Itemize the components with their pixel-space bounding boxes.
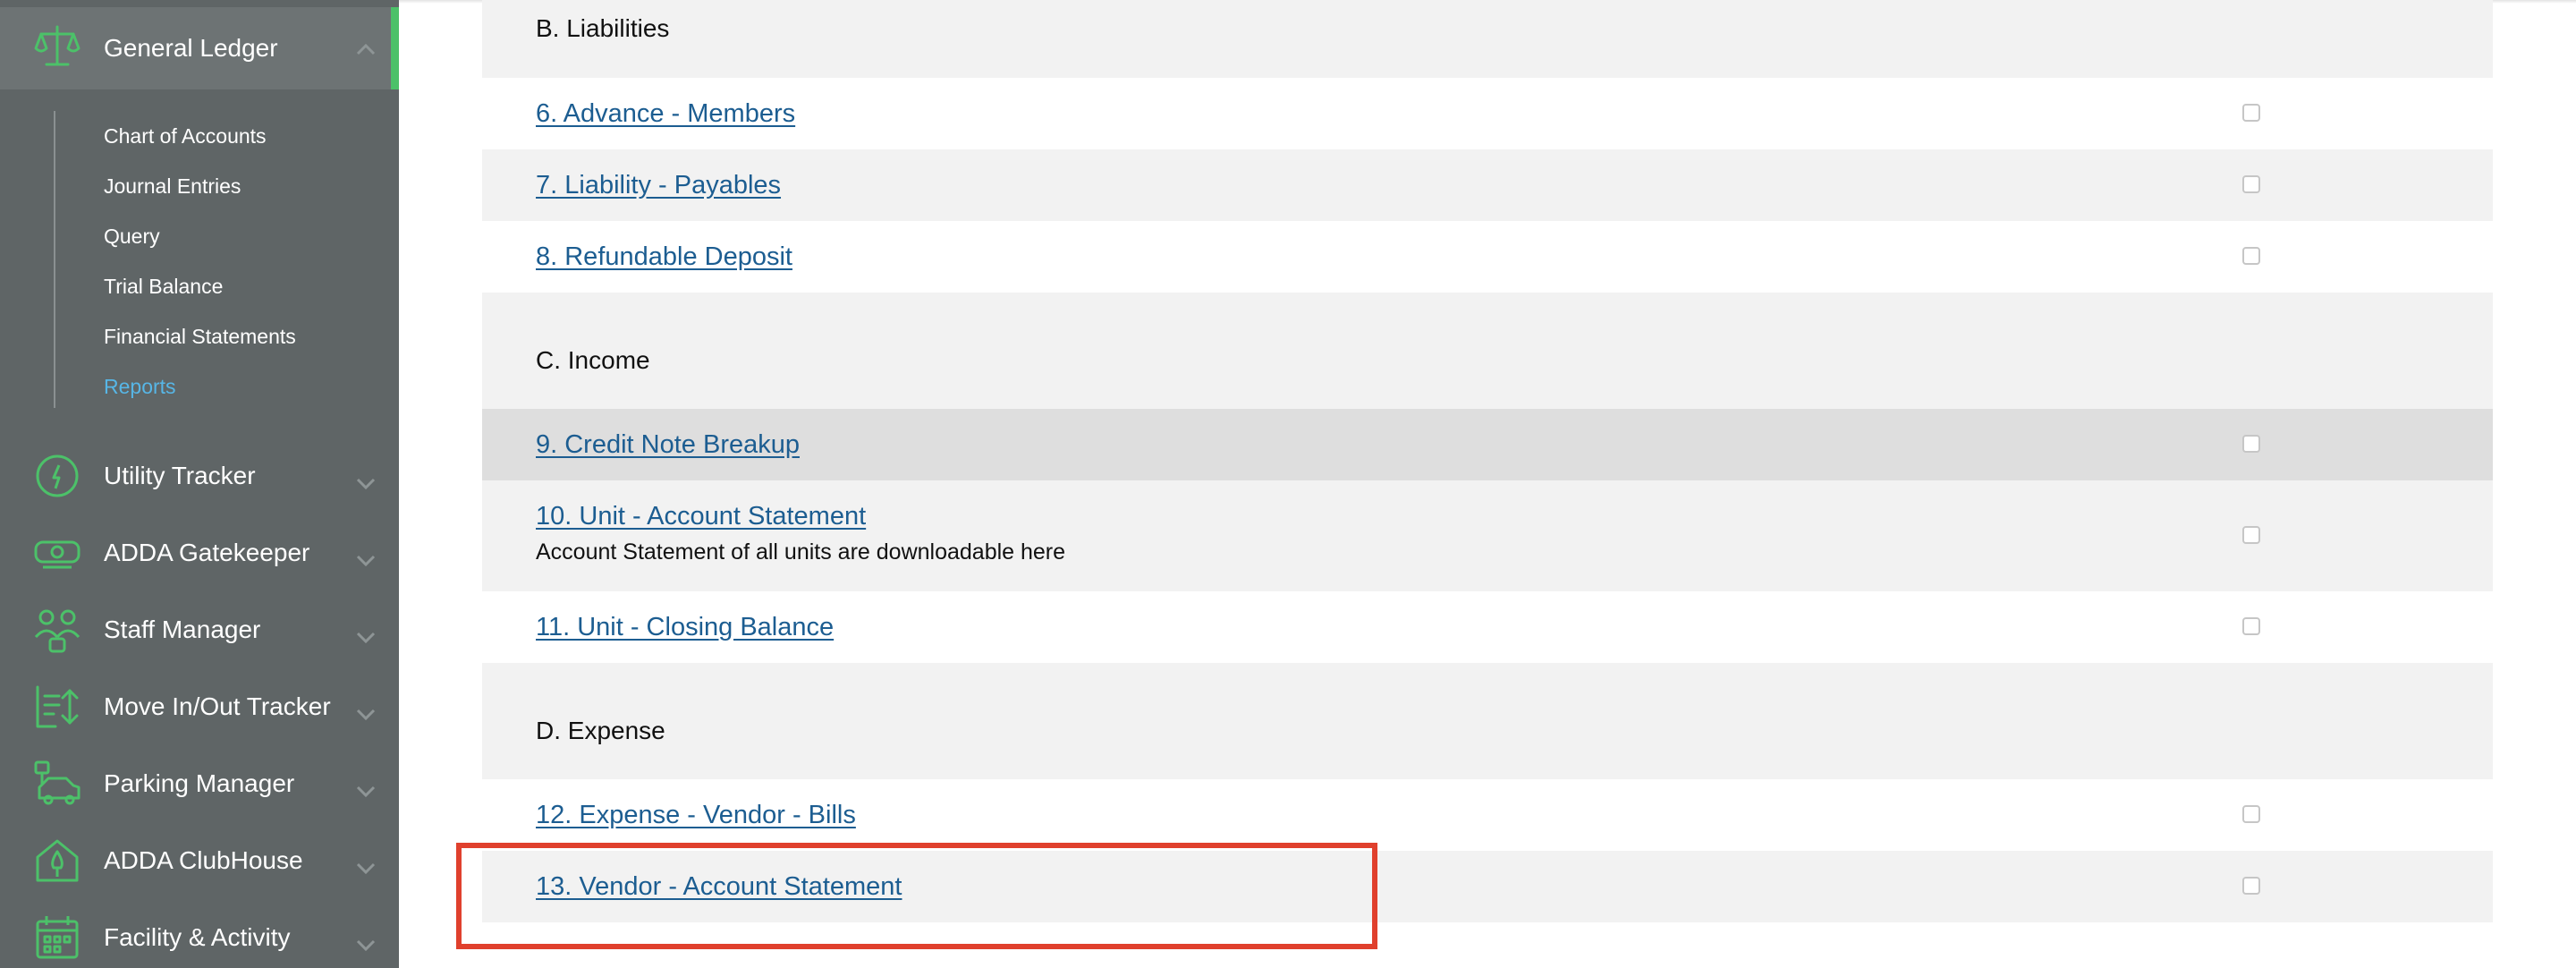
section-header-expense: D. Expense — [482, 663, 2493, 779]
sidebar: General Ledger Chart of Accounts Journal… — [0, 0, 399, 968]
report-link-expense-vendor-bills[interactable]: 12. Expense - Vendor - Bills — [536, 801, 856, 830]
chevron-down-icon[interactable] — [356, 785, 376, 798]
report-checkbox[interactable] — [2242, 247, 2260, 265]
chevron-up-icon[interactable] — [356, 43, 376, 55]
nav-item-adda-gatekeeper[interactable]: ADDA Gatekeeper — [0, 517, 399, 589]
report-checkbox[interactable] — [2242, 175, 2260, 193]
section-title: D. Expense — [536, 717, 665, 744]
chevron-down-icon[interactable] — [356, 709, 376, 721]
chevron-down-icon[interactable] — [356, 555, 376, 567]
nav-item-utility-tracker[interactable]: Utility Tracker — [0, 440, 399, 512]
nav-label-move-in-out-tracker: Move In/Out Tracker — [104, 692, 331, 720]
nav-item-staff-manager[interactable]: Staff Manager — [0, 594, 399, 666]
report-checkbox[interactable] — [2242, 805, 2260, 823]
car-icon — [32, 759, 82, 809]
report-checkbox[interactable] — [2242, 877, 2260, 895]
nav-item-facility-activity[interactable]: Facility & Activity — [0, 902, 399, 968]
submenu-journal-entries[interactable]: Journal Entries — [104, 174, 241, 199]
report-checkbox[interactable] — [2242, 617, 2260, 635]
submenu-chart-of-accounts[interactable]: Chart of Accounts — [104, 124, 267, 149]
active-accent-bar — [391, 7, 399, 89]
clubhouse-icon — [32, 836, 82, 886]
nav-label-adda-gatekeeper: ADDA Gatekeeper — [104, 539, 310, 566]
report-link-vendor-account-statement[interactable]: 13. Vendor - Account Statement — [536, 872, 902, 902]
report-link-credit-note-breakup[interactable]: 9. Credit Note Breakup — [536, 430, 800, 460]
chevron-down-icon[interactable] — [356, 862, 376, 875]
report-link-refundable-deposit[interactable]: 8. Refundable Deposit — [536, 242, 792, 272]
report-description: Account Statement of all units are downl… — [536, 539, 1066, 565]
report-row: 12. Expense - Vendor - Bills — [482, 779, 2493, 851]
nav-item-general-ledger[interactable]: General Ledger — [0, 7, 399, 89]
submenu-trial-balance[interactable]: Trial Balance — [104, 275, 223, 299]
calendar-icon — [32, 913, 82, 963]
section-header-liabilities: B. Liabilities — [482, 0, 2493, 78]
staff-icon — [32, 605, 82, 655]
chevron-down-icon[interactable] — [356, 478, 376, 490]
report-row: 9. Credit Note Breakup — [482, 409, 2493, 480]
report-row: 11. Unit - Closing Balance — [482, 591, 2493, 663]
nav-label-utility-tracker: Utility Tracker — [104, 462, 256, 489]
report-row: 8. Refundable Deposit — [482, 221, 2493, 293]
report-row: 6. Advance - Members — [482, 78, 2493, 149]
section-title: B. Liabilities — [536, 14, 670, 42]
gauge-icon — [32, 451, 82, 501]
report-checkbox[interactable] — [2242, 104, 2260, 122]
section-header-income: C. Income — [482, 293, 2493, 409]
nav-item-parking-manager[interactable]: Parking Manager — [0, 748, 399, 819]
move-icon — [32, 682, 82, 732]
nav-item-adda-clubhouse[interactable]: ADDA ClubHouse — [0, 825, 399, 896]
report-link-liability-payables[interactable]: 7. Liability - Payables — [536, 171, 781, 200]
gate-icon — [32, 528, 82, 578]
submenu-financial-statements[interactable]: Financial Statements — [104, 325, 296, 349]
nav-label-adda-clubhouse: ADDA ClubHouse — [104, 846, 303, 874]
report-checkbox[interactable] — [2242, 435, 2260, 453]
nav-label-general-ledger: General Ledger — [104, 34, 278, 62]
nav-item-move-in-out-tracker[interactable]: Move In/Out Tracker — [0, 671, 399, 743]
report-row: 10. Unit - Account Statement Account Sta… — [482, 480, 2493, 591]
nav-label-parking-manager: Parking Manager — [104, 769, 295, 797]
submenu-query[interactable]: Query — [104, 225, 160, 249]
chevron-down-icon[interactable] — [356, 939, 376, 952]
submenu-divider — [54, 111, 55, 408]
report-row: 7. Liability - Payables — [482, 149, 2493, 221]
report-row: 13. Vendor - Account Statement — [482, 851, 2493, 922]
chevron-down-icon[interactable] — [356, 632, 376, 644]
scale-icon — [32, 21, 82, 72]
nav-label-staff-manager: Staff Manager — [104, 616, 261, 643]
report-checkbox[interactable] — [2242, 526, 2260, 544]
report-link-advance-members[interactable]: 6. Advance - Members — [536, 99, 795, 129]
submenu-reports[interactable]: Reports — [104, 375, 176, 399]
nav-label-facility-activity: Facility & Activity — [104, 923, 291, 951]
report-link-unit-closing-balance[interactable]: 11. Unit - Closing Balance — [536, 613, 834, 642]
section-title: C. Income — [536, 346, 650, 374]
report-link-unit-account-statement[interactable]: 10. Unit - Account Statement — [536, 502, 866, 531]
